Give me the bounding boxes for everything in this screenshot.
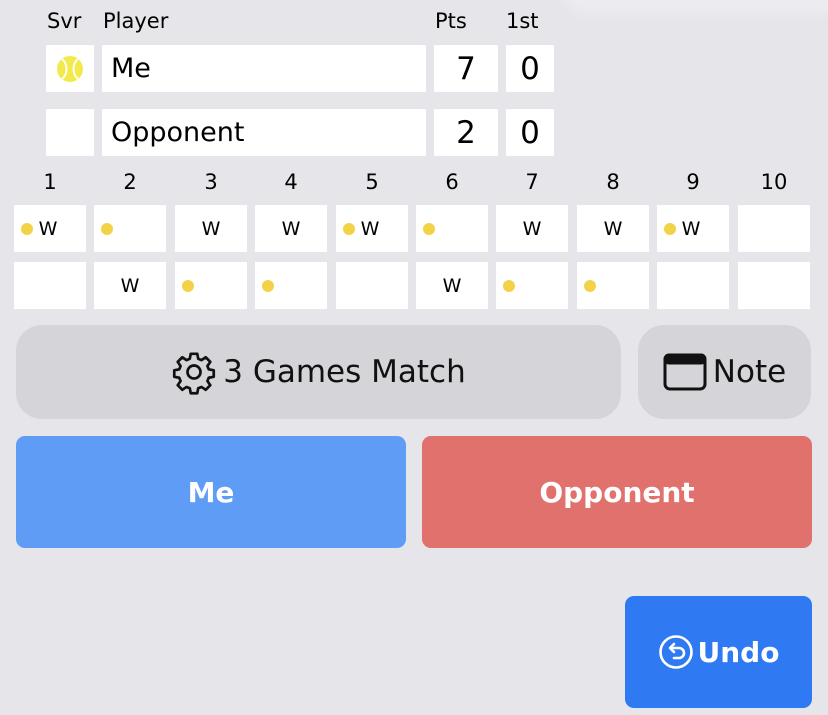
header-first: 1st: [506, 9, 539, 33]
serve-dot-icon: [21, 222, 33, 235]
game-cell-me: W: [175, 205, 247, 252]
points-me: 7: [434, 45, 498, 92]
game-result: W: [603, 217, 623, 240]
points-opponent: 2: [434, 109, 498, 156]
match-settings-button[interactable]: 3 Games Match: [16, 325, 621, 419]
game-cell-opponent: [14, 262, 86, 309]
serve-dot-icon: [664, 222, 676, 235]
me-point-label: Me: [187, 475, 235, 509]
game-cell-me: [416, 205, 488, 252]
first-me: 0: [506, 45, 554, 92]
game-number: 10: [760, 170, 788, 194]
game-cell-me: W: [577, 205, 649, 252]
game-result: W: [38, 217, 58, 240]
header-server: Svr: [47, 9, 82, 33]
game-cell-opponent: [657, 262, 729, 309]
game-number: 9: [686, 170, 700, 194]
first-opponent: 0: [506, 109, 554, 156]
serve-dot-icon: [182, 279, 194, 292]
undo-circle-icon: [658, 635, 693, 669]
game-cell-me: W: [14, 205, 86, 252]
game-cell-opponent: [577, 262, 649, 309]
game-result: W: [201, 217, 221, 240]
game-result: W: [360, 217, 380, 240]
note-button[interactable]: Note: [638, 325, 811, 419]
top-shadow: [560, 0, 828, 15]
game-result: W: [681, 217, 701, 240]
serve-dot-icon: [343, 222, 355, 235]
game-number: 1: [43, 170, 57, 194]
game-cell-opponent: [255, 262, 327, 309]
game-cell-me: W: [336, 205, 408, 252]
game-number: 7: [525, 170, 539, 194]
game-result: W: [442, 274, 462, 297]
window-icon: [663, 353, 707, 391]
server-indicator-opponent: [46, 109, 94, 156]
game-number: 3: [204, 170, 218, 194]
player-name-me: Me: [102, 45, 426, 92]
game-number: 8: [606, 170, 620, 194]
undo-button[interactable]: Undo: [625, 596, 812, 708]
player-name-opponent: Opponent: [102, 109, 426, 156]
game-cell-opponent: W: [416, 262, 488, 309]
opponent-point-button[interactable]: Opponent: [422, 436, 812, 548]
me-point-button[interactable]: Me: [16, 436, 406, 548]
game-cell-me: W: [255, 205, 327, 252]
serve-dot-icon: [503, 279, 515, 292]
game-result: W: [281, 217, 301, 240]
opponent-point-label: Opponent: [539, 475, 695, 509]
serve-dot-icon: [262, 279, 274, 292]
tennis-ball-icon: [57, 55, 83, 82]
serve-dot-icon: [101, 222, 113, 235]
match-settings-label: 3 Games Match: [223, 354, 466, 390]
serve-dot-icon: [423, 222, 435, 235]
note-label: Note: [712, 354, 787, 390]
game-result: W: [522, 217, 542, 240]
game-cell-opponent: W: [94, 262, 166, 309]
serve-dot-icon: [584, 279, 596, 292]
game-number: 6: [445, 170, 459, 194]
game-cell-opponent: [738, 262, 810, 309]
game-number: 2: [123, 170, 137, 194]
header-points: Pts: [435, 9, 467, 33]
game-result: W: [120, 274, 140, 297]
header-player: Player: [103, 9, 169, 33]
game-cell-me: [738, 205, 810, 252]
server-indicator-me: [46, 45, 94, 92]
game-number: 4: [284, 170, 298, 194]
gear-icon: [173, 352, 216, 395]
game-cell-opponent: [496, 262, 568, 309]
game-cell-me: [94, 205, 166, 252]
game-cell-opponent: [175, 262, 247, 309]
undo-label: Undo: [697, 635, 780, 669]
game-cell-me: W: [657, 205, 729, 252]
game-number: 5: [365, 170, 379, 194]
game-cell-opponent: [336, 262, 408, 309]
game-cell-me: W: [496, 205, 568, 252]
